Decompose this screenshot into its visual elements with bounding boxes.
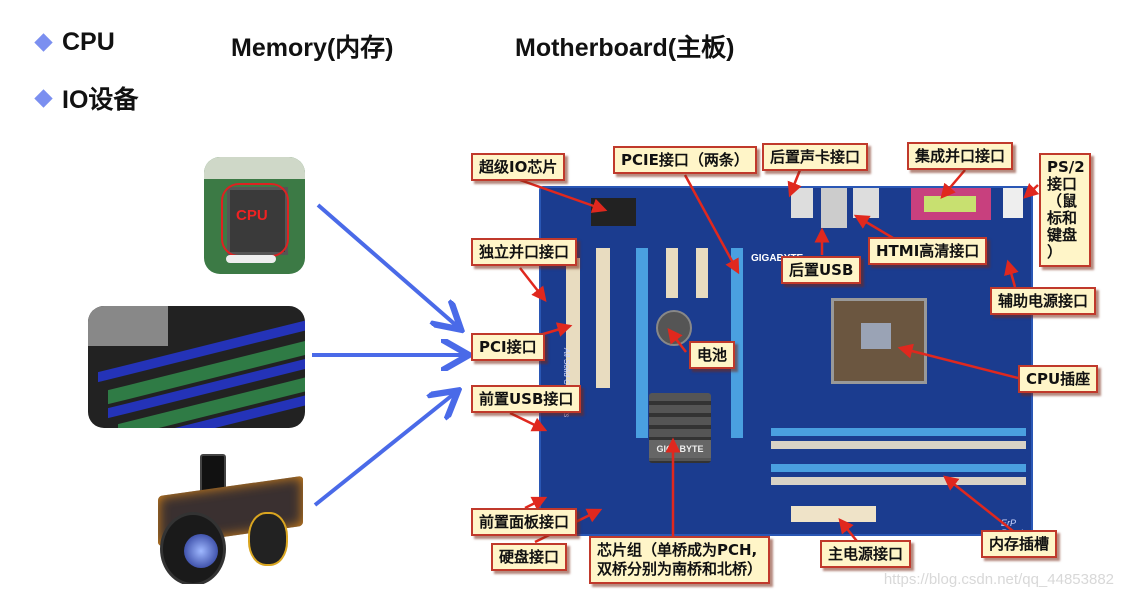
- bullet-cpu: CPU: [34, 28, 115, 57]
- ps2-line: 标和: [1047, 209, 1078, 227]
- diamond-bullet-icon: [34, 88, 53, 108]
- callout-memory-slot: 内存插槽: [981, 530, 1058, 558]
- callout-battery: 电池: [689, 341, 736, 369]
- callout-hdd: 硬盘接口: [491, 543, 568, 571]
- cpu-marking: CPU: [236, 207, 268, 224]
- callout-front-panel: 前置面板接口: [471, 508, 578, 536]
- ps2-line: （鼠: [1047, 192, 1078, 210]
- chipset-line: 芯片组（单桥成为PCH,: [597, 541, 758, 559]
- bullet-label: CPU: [62, 28, 115, 56]
- arrow-io-to-board: [313, 393, 455, 507]
- callout-rear-audio: 后置声卡接口: [762, 143, 869, 171]
- callout-front-usb: 前置USB接口: [471, 385, 582, 413]
- callout-super-io: 超级IO芯片: [471, 153, 566, 181]
- callout-pci: PCI接口: [471, 333, 545, 361]
- callout-aux-power: 辅助电源接口: [990, 287, 1097, 315]
- arrow-cpu-to-board: [316, 203, 458, 327]
- callout-hdmi: HTMI高清接口: [868, 237, 988, 265]
- cpu-image: CPU: [204, 157, 305, 274]
- memory-image: [88, 306, 305, 428]
- heading-motherboard: Motherboard(主板): [515, 34, 735, 62]
- callout-chipset: 芯片组（单桥成为PCH, 双桥分别为南桥和北桥）: [589, 536, 771, 584]
- ps2-line: 键盘: [1047, 226, 1078, 244]
- callout-parallel-integrated: 集成并口接口: [907, 142, 1014, 170]
- bullet-io: IO设备: [34, 80, 138, 116]
- io-devices-image: [148, 452, 308, 584]
- bullet-label: IO设备: [62, 86, 139, 114]
- ps2-line: 接口: [1047, 175, 1078, 193]
- callout-parallel-standalone: 独立并口接口: [471, 238, 578, 266]
- chipset-line: 双桥分别为南桥和北桥）: [597, 560, 763, 578]
- watermark: https://blog.csdn.net/qq_44853882: [883, 571, 1114, 588]
- callout-cpu-socket: CPU插座: [1018, 365, 1099, 393]
- callout-main-power: 主电源接口: [820, 540, 912, 568]
- heading-memory: Memory(内存): [231, 34, 394, 62]
- diamond-bullet-icon: [34, 33, 53, 52]
- chipset-brand: GIGABYTE: [649, 440, 711, 458]
- callout-pcie: PCIE接口（两条）: [613, 146, 757, 174]
- callout-rear-usb: 后置USB: [781, 256, 862, 284]
- ps2-line: ）: [1047, 243, 1063, 261]
- callout-ps2: PS/2 接口 （鼠 标和 键盘 ）: [1039, 153, 1091, 267]
- ps2-line: PS/2: [1047, 158, 1085, 176]
